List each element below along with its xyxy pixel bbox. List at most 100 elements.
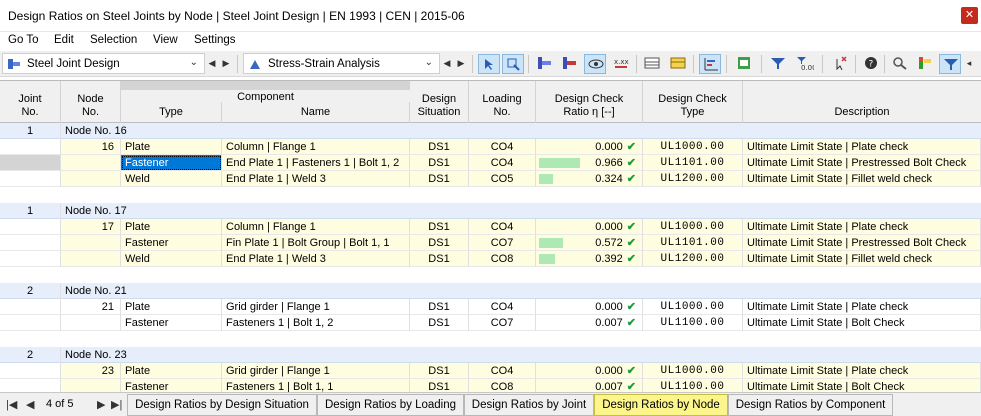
type-cell[interactable]: Fastener <box>121 235 222 251</box>
check-cell[interactable]: UL1000.00 <box>643 299 743 315</box>
lo-cell[interactable]: CO8 <box>469 379 536 392</box>
ratio-cell[interactable]: 0.966 ✔ <box>536 155 643 171</box>
node-cell[interactable]: 23 <box>61 363 121 379</box>
desc-cell[interactable]: Ultimate Limit State | Plate check <box>743 219 981 235</box>
type-cell[interactable]: Plate <box>121 219 222 235</box>
ratio-cell[interactable]: 0.000 ✔ <box>536 139 643 155</box>
col-loading-no[interactable]: Loading No. <box>469 81 536 123</box>
joint-no-cell[interactable]: 1 <box>0 203 61 219</box>
lo-cell[interactable]: CO4 <box>469 363 536 379</box>
ratio-cell[interactable]: 0.000 ✔ <box>536 299 643 315</box>
joint-cell[interactable] <box>0 299 61 315</box>
node-cell[interactable]: 21 <box>61 299 121 315</box>
lo-cell[interactable]: CO5 <box>469 171 536 187</box>
check-cell[interactable]: UL1000.00 <box>643 139 743 155</box>
help-button[interactable]: ? <box>860 54 882 74</box>
name-cell[interactable]: Grid girder | Flange 1 <box>222 363 410 379</box>
check-cell[interactable]: UL1100.00 <box>643 315 743 331</box>
color-scale-button[interactable] <box>914 54 936 74</box>
col-type[interactable]: Type <box>121 102 222 123</box>
next-arrow-icon[interactable]: ▶ <box>220 54 232 73</box>
joint-cell[interactable] <box>0 379 61 392</box>
ratio-cell[interactable]: 0.572 ✔ <box>536 235 643 251</box>
table-row[interactable]: Fastener Fasteners 1 | Bolt 1, 1 DS1 CO8 0.0… <box>0 379 981 392</box>
node-cell[interactable] <box>61 235 121 251</box>
table-row[interactable]: Fastener Fin Plate 1 | Bolt Group | Bolt … <box>0 235 981 251</box>
check-cell[interactable]: UL1200.00 <box>643 251 743 267</box>
table-row[interactable]: 23 Plate Grid girder | Flange 1 DS1 CO4 0.000… <box>0 363 981 379</box>
node-group-row[interactable]: 1 Node No. 17 <box>0 203 981 219</box>
menu-settings[interactable]: Settings <box>194 34 236 46</box>
ds-cell[interactable]: DS1 <box>410 379 469 392</box>
name-cell[interactable]: Fasteners 1 | Bolt 1, 1 <box>222 379 410 392</box>
desc-cell[interactable]: Ultimate Limit State | Bolt Check <box>743 379 981 392</box>
lo-cell[interactable]: CO4 <box>469 219 536 235</box>
lo-cell[interactable]: CO4 <box>469 299 536 315</box>
node-cell[interactable] <box>61 379 121 392</box>
ds-cell[interactable]: DS1 <box>410 363 469 379</box>
joint-cell[interactable] <box>0 363 61 379</box>
ds-cell[interactable]: DS1 <box>410 219 469 235</box>
tab-joint[interactable]: Design Ratios by Joint <box>464 394 594 416</box>
node-cell[interactable]: 17 <box>61 219 121 235</box>
menu-selection[interactable]: Selection <box>90 34 137 46</box>
ds-cell[interactable]: DS1 <box>410 251 469 267</box>
joint-filter-button[interactable] <box>558 54 580 74</box>
node-group-row[interactable]: 2 Node No. 21 <box>0 283 981 299</box>
menu-edit[interactable]: Edit <box>54 34 74 46</box>
type-cell[interactable]: Fastener <box>121 315 222 331</box>
type-cell[interactable]: Weld <box>121 251 222 267</box>
col-description[interactable]: Description <box>743 81 981 123</box>
type-cell[interactable]: Fastener <box>121 379 222 392</box>
search-button[interactable] <box>889 54 911 74</box>
toolbar-overflow-icon[interactable]: ◂ <box>962 54 976 73</box>
type-cell[interactable]: Plate <box>121 363 222 379</box>
type-cell[interactable]: Plate <box>121 299 222 315</box>
desc-cell[interactable]: Ultimate Limit State | Prestressed Bolt … <box>743 235 981 251</box>
decimal-places-button[interactable]: x.xx <box>610 54 632 74</box>
check-cell[interactable]: UL1101.00 <box>643 155 743 171</box>
joint-cell[interactable] <box>0 251 61 267</box>
analysis-select[interactable]: Stress-Strain Analysis ⌄ <box>243 53 440 74</box>
node-cell[interactable] <box>61 251 121 267</box>
select-window-button[interactable] <box>502 54 524 74</box>
ds-cell[interactable]: DS1 <box>410 315 469 331</box>
desc-cell[interactable]: Ultimate Limit State | Fillet weld check <box>743 171 981 187</box>
filter-value-button[interactable]: 0.00 <box>793 54 815 74</box>
node-cell[interactable] <box>61 171 121 187</box>
ratio-cell[interactable]: 0.000 ✔ <box>536 363 643 379</box>
clear-selection-button[interactable] <box>829 54 851 74</box>
select-tool-button[interactable] <box>478 54 500 74</box>
node-group-row[interactable]: 2 Node No. 23 <box>0 347 981 363</box>
tab-loading[interactable]: Design Ratios by Loading <box>317 394 464 416</box>
tab-node[interactable]: Design Ratios by Node <box>594 394 728 416</box>
table-row[interactable]: 21 Plate Grid girder | Flange 1 DS1 CO4 0.000… <box>0 299 981 315</box>
menu-view[interactable]: View <box>153 34 178 46</box>
col-design-check-ratio[interactable]: Design Check Ratio η [--] <box>536 81 643 123</box>
joint-cell[interactable] <box>0 171 61 187</box>
type-cell[interactable]: Plate <box>121 139 222 155</box>
name-cell[interactable]: Grid girder | Flange 1 <box>222 299 410 315</box>
table-row[interactable]: 16 Plate Column | Flange 1 DS1 CO4 0.000 ✔ UL10… <box>0 139 981 155</box>
visibility-button[interactable] <box>584 54 606 74</box>
desc-cell[interactable]: Ultimate Limit State | Prestressed Bolt … <box>743 155 981 171</box>
next-arrow-icon[interactable]: ▶ <box>455 54 467 73</box>
ds-cell[interactable]: DS1 <box>410 139 469 155</box>
col-design-check-type[interactable]: Design Check Type <box>643 81 743 123</box>
joint-no-cell[interactable]: 2 <box>0 283 61 299</box>
check-cell[interactable]: UL1000.00 <box>643 219 743 235</box>
check-cell[interactable]: UL1000.00 <box>643 363 743 379</box>
col-design-situation[interactable]: Design Situation <box>410 81 469 123</box>
tab-component[interactable]: Design Ratios by Component <box>728 394 893 416</box>
name-cell[interactable]: Fin Plate 1 | Bolt Group | Bolt 1, 1 <box>222 235 410 251</box>
table-view-button[interactable] <box>641 54 663 74</box>
prev-arrow-icon[interactable]: ◀ <box>441 54 453 73</box>
table-row[interactable]: Fastener Fasteners 1 | Bolt 1, 2 DS1 CO7 0.0… <box>0 315 981 331</box>
prev-arrow-icon[interactable]: ◀ <box>206 54 218 73</box>
ds-cell[interactable]: DS1 <box>410 155 469 171</box>
col-node-no[interactable]: Node No. <box>61 81 121 123</box>
check-cell[interactable]: UL1200.00 <box>643 171 743 187</box>
joint-cell[interactable] <box>0 235 61 251</box>
name-cell[interactable]: End Plate 1 | Fasteners 1 | Bolt 1, 2 <box>222 155 410 171</box>
first-page-icon[interactable]: |◀ <box>6 398 17 411</box>
